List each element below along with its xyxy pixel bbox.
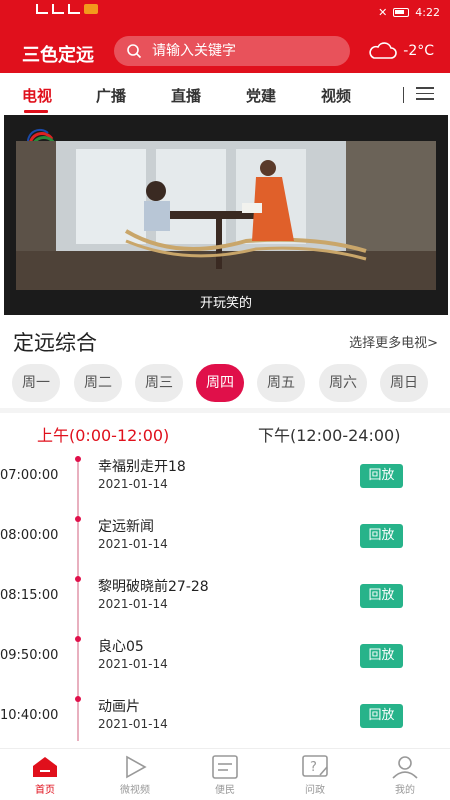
day-tue[interactable]: 周二 xyxy=(74,364,122,402)
timeline-dot xyxy=(75,636,81,642)
day-thu[interactable]: 周四 xyxy=(196,364,244,402)
nav-inquiry[interactable]: ? 问政 xyxy=(280,755,350,796)
program-item: 07:00:00 幸福别走开18 2021-01-14 回放 xyxy=(0,456,450,516)
program-date: 2021-01-14 xyxy=(98,537,168,551)
user-icon xyxy=(392,756,418,779)
status-bar: ✕ 4:22 xyxy=(0,0,450,26)
program-date: 2021-01-14 xyxy=(98,477,168,491)
battery-icon xyxy=(393,8,410,17)
replay-button[interactable]: 回放 xyxy=(360,704,403,728)
nav-micro-video[interactable]: 微视频 xyxy=(100,755,170,796)
menu-icon[interactable] xyxy=(416,87,434,101)
app-logo: 三色定远 xyxy=(22,45,94,66)
section-divider xyxy=(0,408,450,413)
replay-button[interactable]: 回放 xyxy=(360,464,403,488)
question-icon: ? xyxy=(302,755,328,777)
program-date: 2021-01-14 xyxy=(98,717,168,731)
bottom-nav: 首页 微视频 便民 ? 问政 我的 xyxy=(0,748,450,800)
program-time: 10:40:00 xyxy=(0,708,59,723)
replay-button[interactable]: 回放 xyxy=(360,584,403,608)
program-name: 动画片 xyxy=(98,699,140,715)
tab-radio[interactable]: 广播 xyxy=(96,85,126,106)
program-item: 10:40:00 动画片 2021-01-14 回放 xyxy=(0,696,450,756)
day-wed[interactable]: 周三 xyxy=(135,364,183,402)
tab-live[interactable]: 直播 xyxy=(171,85,201,106)
weekday-selector: 周一 周二 周三 周四 周五 周六 周日 xyxy=(12,364,442,404)
search-box[interactable] xyxy=(114,36,350,66)
program-name: 黎明破晓前27-28 xyxy=(98,579,209,595)
program-date: 2021-01-14 xyxy=(98,597,168,611)
nav-service[interactable]: 便民 xyxy=(190,755,260,796)
tab-video[interactable]: 视频 xyxy=(321,85,351,106)
day-mon[interactable]: 周一 xyxy=(12,364,60,402)
program-name: 定远新闻 xyxy=(98,519,154,535)
pm-tab[interactable]: 下午(12:00-24:00) xyxy=(258,422,400,446)
program-time: 08:00:00 xyxy=(0,528,59,543)
program-date: 2021-01-14 xyxy=(98,657,168,671)
am-tab[interactable]: 上午(0:00-12:00) xyxy=(37,422,169,446)
replay-button[interactable]: 回放 xyxy=(360,524,403,548)
program-time: 09:50:00 xyxy=(0,648,59,663)
video-subtitle: 开玩笑的 xyxy=(199,296,252,311)
channel-title: 定远综合 xyxy=(13,331,97,355)
status-time: 4:22 xyxy=(415,6,440,19)
play-icon xyxy=(126,755,147,779)
svg-text:?: ? xyxy=(310,760,317,775)
signal-icon xyxy=(36,4,48,14)
weather[interactable]: -2°C xyxy=(367,42,434,60)
nav-service-label: 便民 xyxy=(215,785,235,796)
category-tabs: 电视 广播 直播 党建 视频 xyxy=(0,73,450,115)
active-tab-indicator xyxy=(24,110,48,113)
timeline-dot xyxy=(75,456,81,462)
timeline-dot xyxy=(75,516,81,522)
nav-micro-video-label: 微视频 xyxy=(120,785,150,796)
app-header: ✕ 4:22 三色定远 -2°C xyxy=(0,0,450,73)
program-item: 08:15:00 黎明破晓前27-28 2021-01-14 回放 xyxy=(0,576,450,636)
program-name: 良心05 xyxy=(98,639,144,655)
day-fri[interactable]: 周五 xyxy=(257,364,305,402)
video-player[interactable]: 开玩笑的 xyxy=(4,115,448,315)
signal-icon-2 xyxy=(52,4,64,14)
program-time: 07:00:00 xyxy=(0,468,59,483)
program-name: 幸福别走开18 xyxy=(98,459,186,475)
search-input[interactable] xyxy=(152,43,332,59)
tab-party[interactable]: 党建 xyxy=(246,85,276,106)
tab-divider xyxy=(403,87,404,103)
nav-mine-label: 我的 xyxy=(395,785,415,796)
mute-icon: ✕ xyxy=(378,6,388,19)
wifi-icon xyxy=(68,4,80,14)
program-item: 09:50:00 良心05 2021-01-14 回放 xyxy=(0,636,450,696)
tab-tv[interactable]: 电视 xyxy=(22,85,52,106)
replay-button[interactable]: 回放 xyxy=(360,644,403,668)
nav-inquiry-label: 问政 xyxy=(305,785,325,796)
home-icon xyxy=(33,757,57,777)
program-time: 08:15:00 xyxy=(0,588,59,603)
nav-home-label: 首页 xyxy=(35,785,55,796)
header-bar: 三色定远 -2°C xyxy=(0,26,450,73)
day-sun[interactable]: 周日 xyxy=(380,364,428,402)
program-item: 08:00:00 定远新闻 2021-01-14 回放 xyxy=(0,516,450,576)
nav-mine[interactable]: 我的 xyxy=(370,755,440,796)
video-frame xyxy=(16,141,436,290)
day-sat[interactable]: 周六 xyxy=(319,364,367,402)
cloud-icon xyxy=(369,42,397,59)
temperature: -2°C xyxy=(403,43,434,59)
service-icon xyxy=(212,755,238,779)
timeline-dot xyxy=(75,576,81,582)
search-icon xyxy=(127,44,142,59)
nav-home[interactable]: 首页 xyxy=(10,755,80,796)
more-channels-link[interactable]: 选择更多电视> xyxy=(349,332,438,351)
timeline-dot xyxy=(75,696,81,702)
app-notification-icon xyxy=(84,4,98,14)
